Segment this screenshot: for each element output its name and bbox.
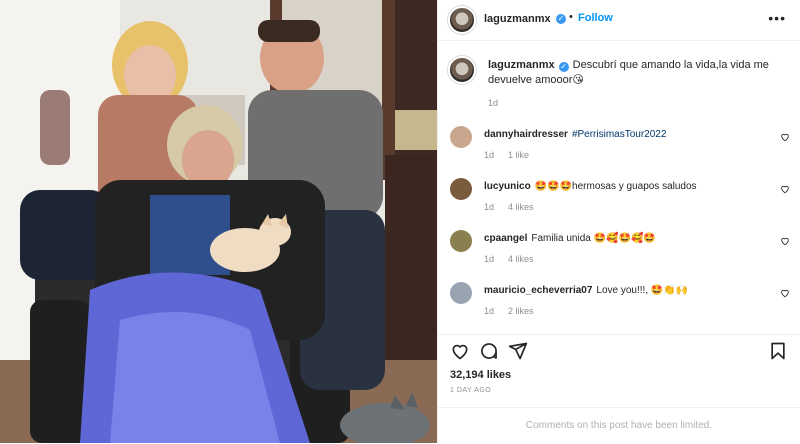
commenter-avatar[interactable]: [450, 282, 472, 304]
comment-age[interactable]: 1d: [484, 306, 494, 316]
likes-count[interactable]: 32,194 likes: [450, 369, 511, 381]
instagram-post: laguzmanmx ✓ • Follow ••• laguzmanmx ✓ Des…: [0, 0, 800, 443]
photo-illustration: [0, 0, 437, 443]
comment-age[interactable]: 1d: [484, 202, 494, 212]
more-icon[interactable]: •••: [768, 10, 786, 26]
author-avatar[interactable]: [448, 6, 476, 34]
comment-item: cpaangel Familia unida 🤩🥰🤩🥰🤩 1d 4 likes: [450, 230, 790, 280]
heart-icon[interactable]: [780, 288, 790, 298]
comment-likes[interactable]: 4 likes: [508, 254, 534, 264]
bookmark-icon[interactable]: [768, 341, 788, 361]
comment-item: dannyhairdresser #PerrisimasTour2022 1d 1 …: [450, 126, 790, 176]
commenter-username[interactable]: cpaangel: [484, 233, 527, 244]
verified-icon: ✓: [556, 14, 566, 24]
comment-body: lucyunico 🤩🤩🤩hermosas y guapos saludos: [484, 180, 754, 194]
comment-text: Love you!!!, 🤩👏🙌: [596, 285, 689, 296]
commenter-username[interactable]: lucyunico: [484, 181, 531, 192]
comment-text: 🤩🤩🤩hermosas y guapos saludos: [534, 181, 697, 192]
comment-item: lucyunico 🤩🤩🤩hermosas y guapos saludos 1d…: [450, 178, 790, 228]
header-separator: •: [569, 11, 573, 23]
heart-icon[interactable]: [780, 184, 790, 194]
caption-text: laguzmanmx ✓ Descubrí que amando la vida,l…: [488, 58, 788, 88]
comment-age[interactable]: 1d: [484, 150, 494, 160]
comment-text: Familia unida 🤩🥰🤩🥰🤩: [531, 233, 656, 244]
comment-meta: 1d 4 likes: [484, 254, 548, 264]
comment-likes[interactable]: 1 like: [508, 150, 529, 160]
follow-button[interactable]: Follow: [578, 12, 613, 24]
comment-likes[interactable]: 4 likes: [508, 202, 534, 212]
caption-username[interactable]: laguzmanmx: [488, 59, 555, 71]
comment-hashtag-link[interactable]: #PerrisimasTour2022: [572, 129, 667, 140]
comment-meta: 1d 1 like: [484, 150, 543, 160]
post-side-panel: laguzmanmx ✓ • Follow ••• laguzmanmx ✓ Des…: [437, 0, 800, 443]
commenter-username[interactable]: dannyhairdresser: [484, 129, 568, 140]
comment-meta: 1d 4 likes: [484, 202, 548, 212]
heart-icon[interactable]: [780, 132, 790, 142]
caption-age[interactable]: 1d: [488, 98, 498, 108]
post-timestamp[interactable]: 1 DAY AGO: [450, 387, 491, 394]
verified-icon: ✓: [558, 62, 569, 72]
share-icon[interactable]: [508, 341, 528, 361]
author-username[interactable]: laguzmanmx: [484, 13, 551, 25]
comment-icon[interactable]: [479, 341, 499, 361]
heart-icon[interactable]: [780, 236, 790, 246]
comment-body: dannyhairdresser #PerrisimasTour2022: [484, 128, 754, 142]
comments-limited-notice: Comments on this post have been limited.: [438, 407, 800, 444]
post-header: laguzmanmx ✓ • Follow •••: [438, 0, 800, 41]
commenter-username[interactable]: mauricio_echeverria07: [484, 285, 592, 296]
caption-author-avatar[interactable]: [448, 56, 476, 84]
comment-meta: 1d 2 likes: [484, 306, 548, 316]
comment-body: mauricio_echeverria07 Love you!!!, 🤩👏🙌: [484, 284, 754, 298]
post-actions: 32,194 likes 1 DAY AGO Comments on this …: [438, 334, 800, 443]
comment-body: cpaangel Familia unida 🤩🥰🤩🥰🤩: [484, 232, 754, 246]
comment-item: mauricio_echeverria07 Love you!!!, 🤩👏🙌 1d…: [450, 282, 790, 332]
commenter-avatar[interactable]: [450, 230, 472, 252]
commenter-avatar[interactable]: [450, 126, 472, 148]
heart-icon[interactable]: [450, 341, 470, 361]
comment-age[interactable]: 1d: [484, 254, 494, 264]
post-photo[interactable]: [0, 0, 437, 443]
comment-likes[interactable]: 2 likes: [508, 306, 534, 316]
commenter-avatar[interactable]: [450, 178, 472, 200]
